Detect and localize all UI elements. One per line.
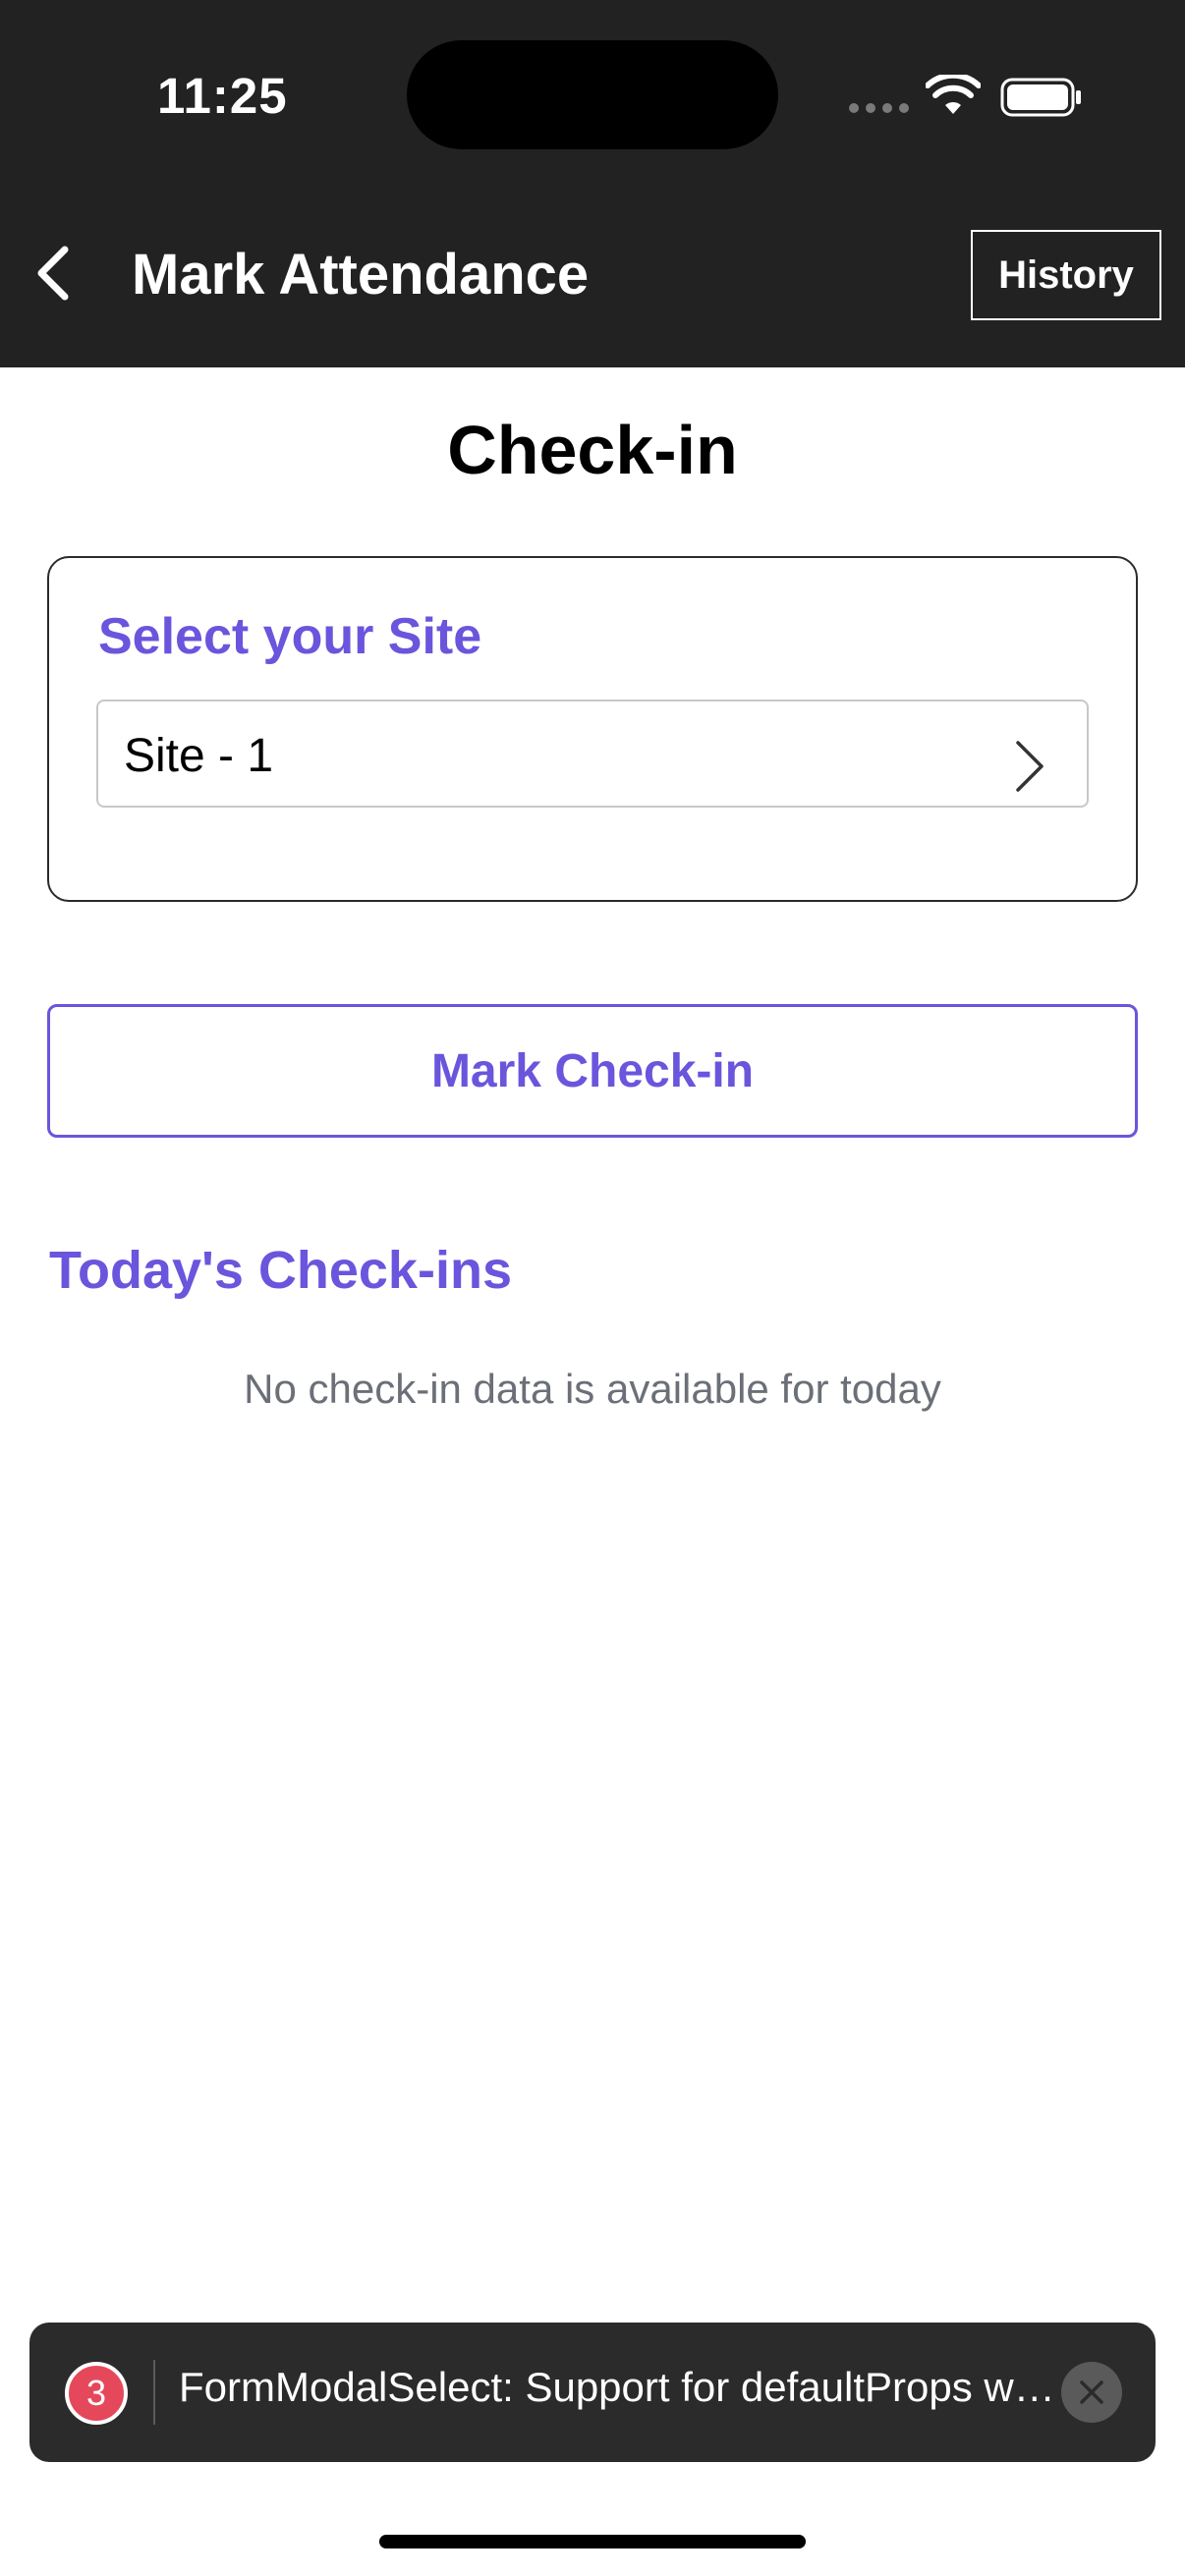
nav-title: Mark Attendance <box>132 243 590 307</box>
site-select-label: Select your Site <box>98 608 482 665</box>
close-icon <box>1080 2380 1103 2404</box>
signal-dots-icon <box>849 103 909 113</box>
status-time: 11:25 <box>157 68 288 124</box>
dynamic-island <box>407 40 778 149</box>
toast-divider <box>153 2360 155 2425</box>
page-title: Check-in <box>447 412 738 488</box>
wifi-icon <box>926 75 981 114</box>
warning-toast[interactable]: 3 FormModalSelect: Support for defaultPr… <box>29 2323 1156 2462</box>
chevron-left-icon[interactable] <box>29 242 77 305</box>
home-indicator <box>379 2535 806 2548</box>
toast-message: FormModalSelect: Support for defaultProp… <box>179 2364 1063 2410</box>
toast-count-badge: 3 <box>65 2362 128 2425</box>
site-select-value: Site - 1 <box>124 730 274 782</box>
app-header: 11:25 Mark Attendance History <box>0 0 1185 367</box>
site-select[interactable]: Site - 1 <box>96 700 1089 808</box>
site-card: Select your Site Site - 1 <box>47 556 1138 902</box>
history-button[interactable]: History <box>971 230 1161 320</box>
toast-close-button[interactable] <box>1061 2362 1122 2423</box>
battery-icon <box>1000 78 1081 117</box>
screen: 11:25 Mark Attendance History Check-in S… <box>0 0 1185 2576</box>
mark-checkin-button[interactable]: Mark Check-in <box>47 1004 1138 1138</box>
chevron-right-icon <box>1016 741 1044 792</box>
todays-checkins-title: Today's Check-ins <box>49 1241 512 1300</box>
empty-state-message: No check-in data is available for today <box>244 1366 941 1412</box>
